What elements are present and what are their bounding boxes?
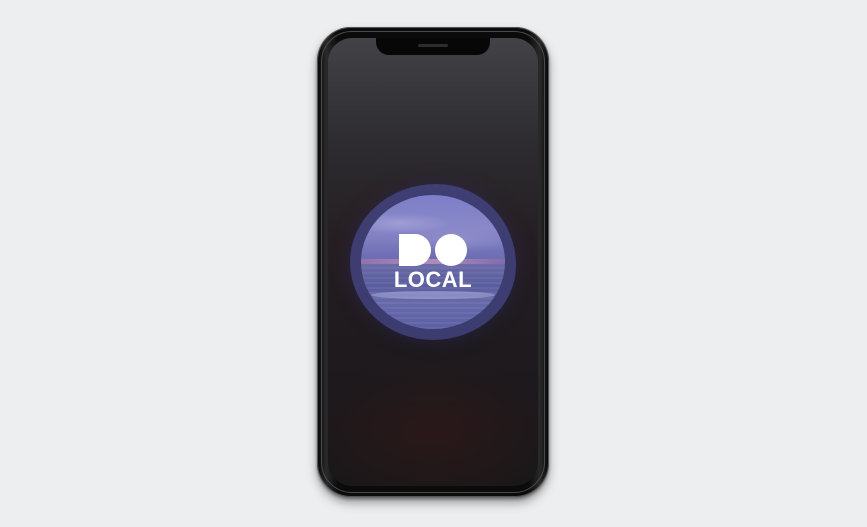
do-logo-icon <box>399 234 467 266</box>
wave-highlight <box>371 291 495 299</box>
logo-wordmark: LOCAL <box>393 267 473 292</box>
speaker-grille <box>418 44 448 47</box>
ocean-photo-background: LOCAL <box>361 195 505 329</box>
phone-notch <box>376 38 490 55</box>
splash-logo-badge: LOCAL <box>350 184 516 340</box>
do-logo-d-shape <box>399 234 431 266</box>
do-logo-o-shape <box>435 234 467 266</box>
app-splash-screen[interactable]: LOCAL <box>328 38 538 486</box>
phone-frame: LOCAL <box>317 27 549 497</box>
